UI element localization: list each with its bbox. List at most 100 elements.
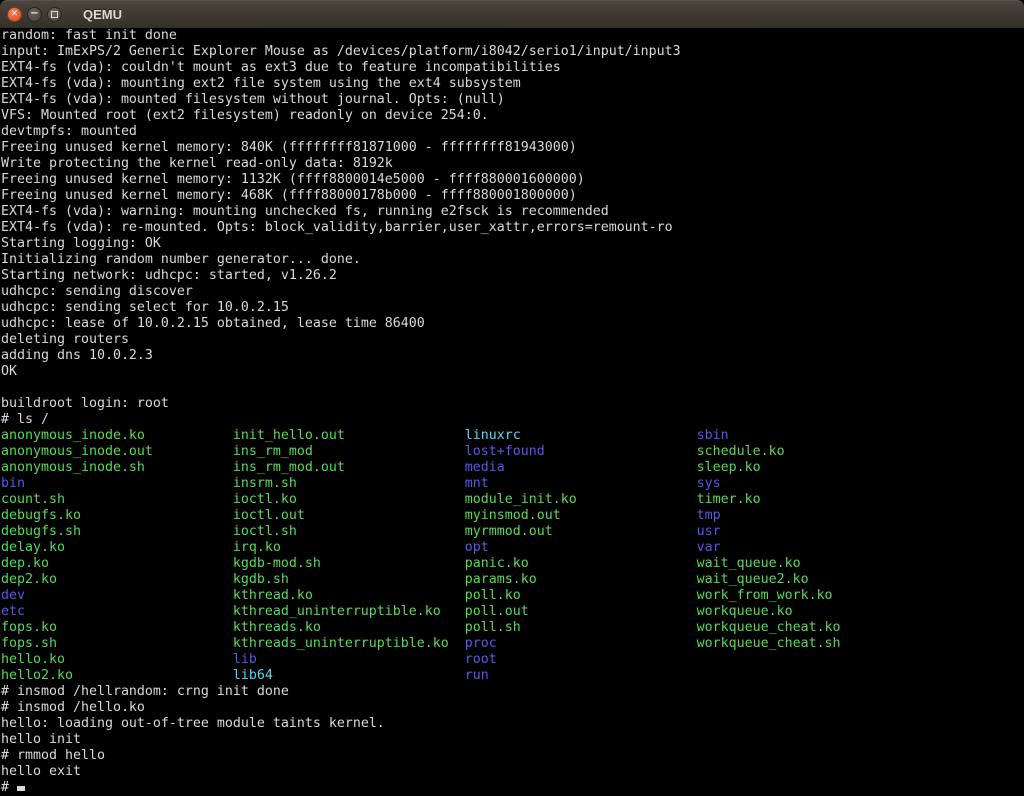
file-entry: kgdb-mod.sh <box>233 556 465 572</box>
file-entry: opt <box>465 540 697 556</box>
terminal-line: # insmod /hellrandom: crng init done <box>1 684 1024 700</box>
terminal-line: # insmod /hello.ko <box>1 700 1024 716</box>
file-entry: kthread.ko <box>233 588 465 604</box>
terminal-line: anonymous_inode.outins_rm_modlost+founds… <box>1 444 1024 460</box>
terminal-line: EXT4-fs (vda): re-mounted. Opts: block_v… <box>1 220 1024 236</box>
file-entry: dep.ko <box>1 556 233 572</box>
file-entry: dev <box>1 588 233 604</box>
file-entry: poll.out <box>465 604 697 620</box>
file-entry: wait_queue2.ko <box>697 572 929 588</box>
file-entry: lib <box>233 652 465 668</box>
terminal-line: EXT4-fs (vda): mounting ext2 file system… <box>1 76 1024 92</box>
file-entry: kgdb.sh <box>233 572 465 588</box>
file-entry: tmp <box>697 508 929 524</box>
terminal-cursor <box>17 786 25 791</box>
file-entry: kthreads.ko <box>233 620 465 636</box>
file-entry: proc <box>465 636 697 652</box>
terminal-line: fops.shkthreads_uninterruptible.koprocwo… <box>1 636 1024 652</box>
file-entry: myinsmod.out <box>465 508 697 524</box>
terminal-screen[interactable]: random: fast init doneinput: ImExPS/2 Ge… <box>0 28 1024 796</box>
file-entry: module_init.ko <box>465 492 697 508</box>
terminal-line: EXT4-fs (vda): warning: mounting uncheck… <box>1 204 1024 220</box>
file-entry: debugfs.sh <box>1 524 233 540</box>
file-entry: work_from_work.ko <box>697 588 929 604</box>
close-button[interactable]: ✕ <box>7 7 22 22</box>
terminal-line: VFS: Mounted root (ext2 filesystem) read… <box>1 108 1024 124</box>
terminal-line: dep.kokgdb-mod.shpanic.kowait_queue.ko <box>1 556 1024 572</box>
file-entry: poll.ko <box>465 588 697 604</box>
file-entry: media <box>465 460 697 476</box>
file-entry: sys <box>697 476 929 492</box>
file-entry: debugfs.ko <box>1 508 233 524</box>
terminal-line: Starting logging: OK <box>1 236 1024 252</box>
terminal-line: OK <box>1 364 1024 380</box>
file-entry: mnt <box>465 476 697 492</box>
file-entry: usr <box>697 524 929 540</box>
maximize-icon <box>51 11 58 18</box>
terminal-line: EXT4-fs (vda): couldn't mount as ext3 du… <box>1 60 1024 76</box>
file-entry: run <box>465 668 697 684</box>
file-entry: hello.ko <box>1 652 233 668</box>
terminal-line: etckthread_uninterruptible.kopoll.outwor… <box>1 604 1024 620</box>
file-entry: workqueue_cheat.sh <box>697 636 929 652</box>
terminal-line: buildroot login: root <box>1 396 1024 412</box>
file-entry: panic.ko <box>465 556 697 572</box>
prompt-line: # <box>1 780 1024 796</box>
prompt-text: # <box>1 780 17 795</box>
file-entry: sbin <box>697 428 929 444</box>
terminal-line <box>1 380 1024 396</box>
terminal-line: hello: loading out-of-tree module taints… <box>1 716 1024 732</box>
file-entry: workqueue_cheat.ko <box>697 620 929 636</box>
file-entry: fops.sh <box>1 636 233 652</box>
terminal-line: # ls / <box>1 412 1024 428</box>
file-entry: wait_queue.ko <box>697 556 929 572</box>
close-icon: ✕ <box>11 10 19 19</box>
file-entry: myrmmod.out <box>465 524 697 540</box>
file-entry: insrm.sh <box>233 476 465 492</box>
file-entry: params.ko <box>465 572 697 588</box>
file-entry: count.sh <box>1 492 233 508</box>
minimize-icon: − <box>30 9 38 19</box>
file-entry: kthread_uninterruptible.ko <box>233 604 465 620</box>
terminal-line: devkthread.kopoll.kowork_from_work.ko <box>1 588 1024 604</box>
terminal-line: Initializing random number generator... … <box>1 252 1024 268</box>
file-entry: delay.ko <box>1 540 233 556</box>
maximize-button[interactable] <box>47 7 62 22</box>
titlebar[interactable]: ✕ − QEMU <box>0 0 1024 28</box>
file-entry: linuxrc <box>465 428 697 444</box>
terminal-line: deleting routers <box>1 332 1024 348</box>
file-entry: poll.sh <box>465 620 697 636</box>
terminal-line: count.shioctl.komodule_init.kotimer.ko <box>1 492 1024 508</box>
terminal-line: EXT4-fs (vda): mounted filesystem withou… <box>1 92 1024 108</box>
file-entry: dep2.ko <box>1 572 233 588</box>
terminal-line: Starting network: udhcpc: started, v1.26… <box>1 268 1024 284</box>
file-entry: timer.ko <box>697 492 929 508</box>
file-entry: root <box>465 652 697 668</box>
file-entry: kthreads_uninterruptible.ko <box>233 636 465 652</box>
minimize-button[interactable]: − <box>27 7 42 22</box>
terminal-line: Write protecting the kernel read-only da… <box>1 156 1024 172</box>
file-entry: anonymous_inode.out <box>1 444 233 460</box>
terminal-line: Freeing unused kernel memory: 840K (ffff… <box>1 140 1024 156</box>
terminal-line: Freeing unused kernel memory: 1132K (fff… <box>1 172 1024 188</box>
file-entry: schedule.ko <box>697 444 929 460</box>
terminal-line: devtmpfs: mounted <box>1 124 1024 140</box>
terminal-line: hello exit <box>1 764 1024 780</box>
file-entry: sleep.ko <box>697 460 929 476</box>
terminal-line: udhcpc: sending discover <box>1 284 1024 300</box>
terminal-line: anonymous_inode.shins_rm_mod.outmediasle… <box>1 460 1024 476</box>
terminal-line: udhcpc: lease of 10.0.2.15 obtained, lea… <box>1 316 1024 332</box>
terminal-line: debugfs.koioctl.outmyinsmod.outtmp <box>1 508 1024 524</box>
terminal-line: hello2.kolib64run <box>1 668 1024 684</box>
terminal-line: # rmmod hello <box>1 748 1024 764</box>
file-entry: lib64 <box>233 668 465 684</box>
terminal-line: anonymous_inode.koinit_hello.outlinuxrcs… <box>1 428 1024 444</box>
file-entry: irq.ko <box>233 540 465 556</box>
file-entry: fops.ko <box>1 620 233 636</box>
terminal-line: udhcpc: sending select for 10.0.2.15 <box>1 300 1024 316</box>
file-entry: workqueue.ko <box>697 604 929 620</box>
terminal-line: bininsrm.shmntsys <box>1 476 1024 492</box>
terminal-line: Freeing unused kernel memory: 468K (ffff… <box>1 188 1024 204</box>
terminal-line: hello.kolibroot <box>1 652 1024 668</box>
terminal-line: hello init <box>1 732 1024 748</box>
